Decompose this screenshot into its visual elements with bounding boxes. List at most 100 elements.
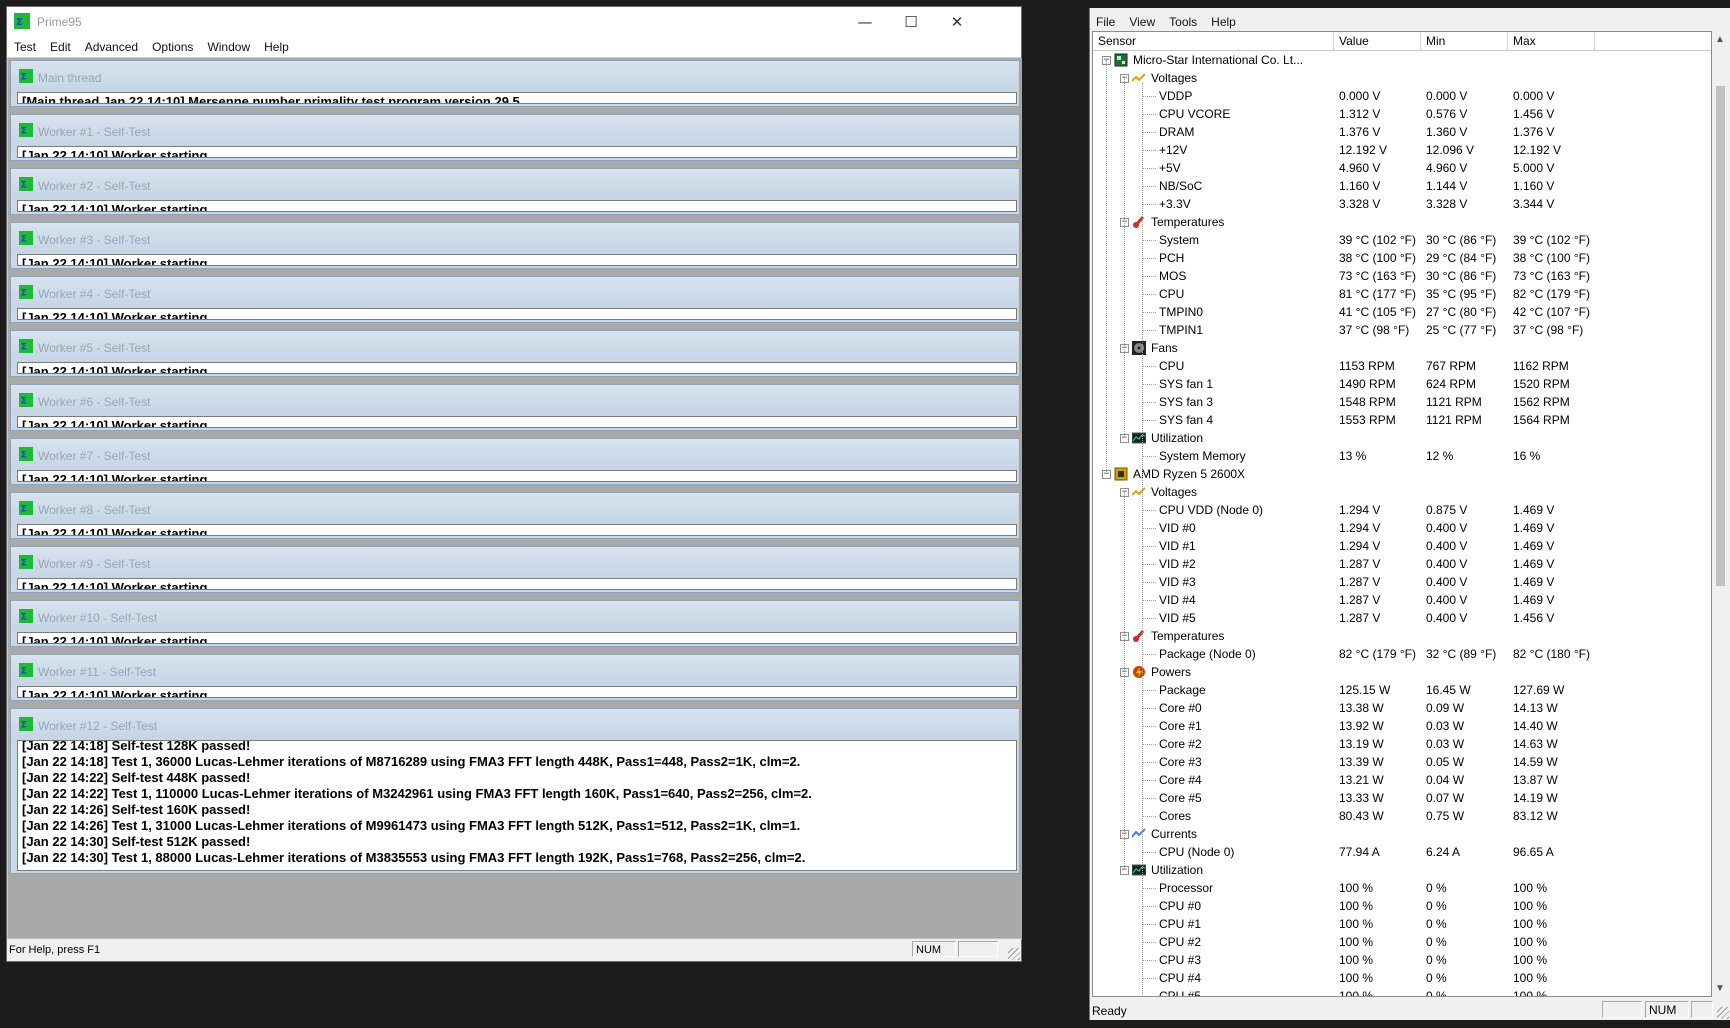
child-log[interactable]: [Jan 22 14:10] Worker starting: [17, 308, 1017, 320]
worker-8-window[interactable]: Σ Worker #8 - Self-Test [Jan 22 14:10] Wor…: [10, 492, 1020, 539]
sensor-row[interactable]: MOS 73 °C (163 °F) 30 °C (86 °F) 73 °C (163…: [1093, 267, 1711, 285]
prime95-title-bar[interactable]: Σ Prime95 — ☐ ✕: [7, 7, 1021, 37]
group-row[interactable]: − Currents: [1093, 825, 1711, 843]
sensor-row[interactable]: +5V 4.960 V 4.960 V 5.000 V: [1093, 159, 1711, 177]
menu-help[interactable]: Help: [1205, 11, 1244, 29]
sensor-row[interactable]: SYS fan 4 1553 RPM 1121 RPM 1564 RPM: [1093, 411, 1711, 429]
sensor-row[interactable]: +12V 12.192 V 12.096 V 12.192 V: [1093, 141, 1711, 159]
main-thread-window[interactable]: Σ Main thread [Main thread Jan 22 14:10] M…: [10, 60, 1020, 107]
vertical-scrollbar[interactable]: ▲ ▼: [1712, 31, 1729, 997]
device-row[interactable]: − AMD Ryzen 5 2600X: [1093, 465, 1711, 483]
sensor-row[interactable]: Package 125.15 W 16.45 W 127.69 W: [1093, 681, 1711, 699]
child-title-bar[interactable]: Σ Worker #11 - Self-Test: [11, 655, 1019, 686]
sensor-row[interactable]: CPU #0 100 % 0 % 100 %: [1093, 897, 1711, 915]
sensor-row[interactable]: CPU #2 100 % 0 % 100 %: [1093, 933, 1711, 951]
menu-test[interactable]: Test: [7, 37, 43, 54]
sensor-row[interactable]: System 39 °C (102 °F) 30 °C (86 °F) 39 °C (…: [1093, 231, 1711, 249]
worker-12-title-bar[interactable]: Σ Worker #12 - Self-Test: [11, 709, 1019, 740]
sensor-row[interactable]: Core #2 13.19 W 0.03 W 14.63 W: [1093, 735, 1711, 753]
menu-help[interactable]: Help: [257, 37, 296, 54]
child-title-bar[interactable]: Σ Worker #10 - Self-Test: [11, 601, 1019, 632]
sensor-row[interactable]: Core #5 13.33 W 0.07 W 14.19 W: [1093, 789, 1711, 807]
child-title-bar[interactable]: Σ Worker #7 - Self-Test: [11, 439, 1019, 470]
child-title-bar[interactable]: Σ Worker #9 - Self-Test: [11, 547, 1019, 578]
menu-edit[interactable]: Edit: [43, 37, 78, 54]
child-log[interactable]: [Jan 22 14:10] Worker starting: [17, 470, 1017, 482]
device-row[interactable]: − Micro-Star International Co. Lt...: [1093, 51, 1711, 69]
sensor-row[interactable]: CPU #5 100 % 0 % 100 %: [1093, 987, 1711, 996]
child-log[interactable]: [Jan 22 14:10] Worker starting: [17, 200, 1017, 212]
menu-advanced[interactable]: Advanced: [78, 37, 145, 54]
menu-file[interactable]: File: [1090, 11, 1123, 29]
sensor-row[interactable]: VID #0 1.294 V 0.400 V 1.469 V: [1093, 519, 1711, 537]
sensor-row[interactable]: VID #1 1.294 V 0.400 V 1.469 V: [1093, 537, 1711, 555]
group-row[interactable]: − Utilization: [1093, 861, 1711, 879]
sensor-row[interactable]: CPU #3 100 % 0 % 100 %: [1093, 951, 1711, 969]
worker-7-window[interactable]: Σ Worker #7 - Self-Test [Jan 22 14:10] Wor…: [10, 438, 1020, 485]
sensor-row[interactable]: Core #3 13.39 W 0.05 W 14.59 W: [1093, 753, 1711, 771]
sensor-row[interactable]: PCH 38 °C (100 °F) 29 °C (84 °F) 38 °C (100…: [1093, 249, 1711, 267]
worker-4-window[interactable]: Σ Worker #4 - Self-Test [Jan 22 14:10] Wor…: [10, 276, 1020, 323]
group-row[interactable]: − Powers: [1093, 663, 1711, 681]
sensor-row[interactable]: CPU 81 °C (177 °F) 35 °C (95 °F) 82 °C (179…: [1093, 285, 1711, 303]
child-title-bar[interactable]: Σ Main thread: [11, 61, 1019, 92]
sensor-row[interactable]: CPU 1153 RPM 767 RPM 1162 RPM: [1093, 357, 1711, 375]
child-log[interactable]: [Jan 22 14:10] Worker starting: [17, 362, 1017, 374]
menu-options[interactable]: Options: [145, 37, 200, 54]
worker-12-window[interactable]: Σ Worker #12 - Self-Test [Jan 22 14:14] …: [10, 708, 1020, 874]
maximize-button[interactable]: ☐: [888, 7, 934, 37]
sensor-row[interactable]: VDDP 0.000 V 0.000 V 0.000 V: [1093, 87, 1711, 105]
worker-10-window[interactable]: Σ Worker #10 - Self-Test [Jan 22 14:10] Wo…: [10, 600, 1020, 647]
menu-view[interactable]: View: [1123, 11, 1163, 29]
sensor-row[interactable]: SYS fan 1 1490 RPM 624 RPM 1520 RPM: [1093, 375, 1711, 393]
worker-3-window[interactable]: Σ Worker #3 - Self-Test [Jan 22 14:10] Wor…: [10, 222, 1020, 269]
sensor-row[interactable]: CPU VCORE 1.312 V 0.576 V 1.456 V: [1093, 105, 1711, 123]
column-sensor[interactable]: Sensor: [1093, 32, 1334, 50]
sensor-row[interactable]: TMPIN0 41 °C (105 °F) 27 °C (80 °F) 42 °C (…: [1093, 303, 1711, 321]
worker-11-window[interactable]: Σ Worker #11 - Self-Test [Jan 22 14:10] Wo…: [10, 654, 1020, 701]
group-row[interactable]: − Temperatures: [1093, 627, 1711, 645]
group-row[interactable]: − Fans: [1093, 339, 1711, 357]
resize-grip[interactable]: [1008, 948, 1020, 960]
close-button[interactable]: ✕: [934, 7, 980, 37]
column-max[interactable]: Max: [1508, 32, 1595, 50]
sensor-row[interactable]: Core #0 13.38 W 0.09 W 14.13 W: [1093, 699, 1711, 717]
scroll-down-icon[interactable]: ▼: [1715, 983, 1725, 994]
sensor-row[interactable]: Core #4 13.21 W 0.04 W 13.87 W: [1093, 771, 1711, 789]
child-title-bar[interactable]: Σ Worker #3 - Self-Test: [11, 223, 1019, 254]
child-log[interactable]: [Jan 22 14:10] Worker starting: [17, 146, 1017, 158]
child-log[interactable]: [Jan 22 14:10] Worker starting: [17, 686, 1017, 698]
worker-1-window[interactable]: Σ Worker #1 - Self-Test [Jan 22 14:10] Wor…: [10, 114, 1020, 161]
sensor-row[interactable]: VID #4 1.287 V 0.400 V 1.469 V: [1093, 591, 1711, 609]
child-log[interactable]: [Main thread Jan 22 14:10] Mersenne numb…: [17, 92, 1017, 104]
menu-window[interactable]: Window: [200, 37, 257, 54]
group-row[interactable]: − Temperatures: [1093, 213, 1711, 231]
child-title-bar[interactable]: Σ Worker #6 - Self-Test: [11, 385, 1019, 416]
menu-tools[interactable]: Tools: [1163, 11, 1205, 29]
child-title-bar[interactable]: Σ Worker #1 - Self-Test: [11, 115, 1019, 146]
sensor-row[interactable]: Core #1 13.92 W 0.03 W 14.40 W: [1093, 717, 1711, 735]
resize-grip[interactable]: [1717, 1007, 1729, 1019]
sensor-row[interactable]: Processor 100 % 0 % 100 %: [1093, 879, 1711, 897]
minimize-button[interactable]: —: [842, 7, 888, 37]
sensor-row[interactable]: CPU #1 100 % 0 % 100 %: [1093, 915, 1711, 933]
sensor-row[interactable]: Package (Node 0) 82 °C (179 °F) 32 °C (89 …: [1093, 645, 1711, 663]
sensor-row[interactable]: TMPIN1 37 °C (98 °F) 25 °C (77 °F) 37 °C (9…: [1093, 321, 1711, 339]
scroll-up-icon[interactable]: ▲: [1715, 34, 1725, 45]
child-title-bar[interactable]: Σ Worker #2 - Self-Test: [11, 169, 1019, 200]
sensor-row[interactable]: CPU (Node 0) 77.94 A 6.24 A 96.65 A: [1093, 843, 1711, 861]
sensor-row[interactable]: CPU VDD (Node 0) 1.294 V 0.875 V 1.469 V: [1093, 501, 1711, 519]
column-min[interactable]: Min: [1421, 32, 1508, 50]
child-log[interactable]: [Jan 22 14:10] Worker starting: [17, 254, 1017, 266]
sensor-row[interactable]: CPU #4 100 % 0 % 100 %: [1093, 969, 1711, 987]
sensor-row[interactable]: VID #2 1.287 V 0.400 V 1.469 V: [1093, 555, 1711, 573]
child-log[interactable]: [Jan 22 14:10] Worker starting: [17, 578, 1017, 590]
worker-12-log[interactable]: [Jan 22 14:14] Test 1, 148000 Lucas-Lehm…: [17, 740, 1017, 871]
child-title-bar[interactable]: Σ Worker #4 - Self-Test: [11, 277, 1019, 308]
worker-2-window[interactable]: Σ Worker #2 - Self-Test [Jan 22 14:10] Wor…: [10, 168, 1020, 215]
sensor-row[interactable]: Cores 80.43 W 0.75 W 83.12 W: [1093, 807, 1711, 825]
child-log[interactable]: [Jan 22 14:10] Worker starting: [17, 632, 1017, 644]
group-row[interactable]: − Voltages: [1093, 69, 1711, 87]
sensor-row[interactable]: SYS fan 3 1548 RPM 1121 RPM 1562 RPM: [1093, 393, 1711, 411]
sensor-row[interactable]: +3.3V 3.328 V 3.328 V 3.344 V: [1093, 195, 1711, 213]
